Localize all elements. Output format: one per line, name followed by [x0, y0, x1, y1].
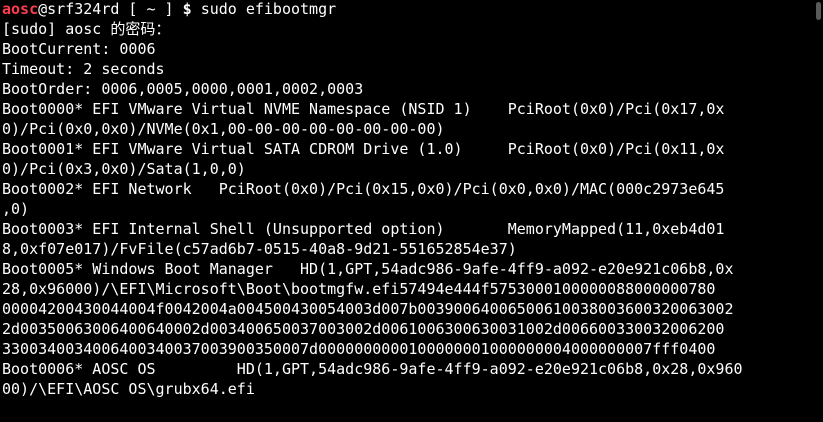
- output-line: Boot0006* AOSC OS HD(1,GPT,54adc986-9afe…: [2, 360, 743, 378]
- prompt-host-path: @srf324rd [ ~ ]: [38, 0, 183, 18]
- prompt-user: aosc: [2, 0, 39, 18]
- output-line: 3300340034006400340037003900350007d00000…: [2, 340, 716, 358]
- output-line: Boot0003* EFI Internal Shell (Unsupporte…: [2, 220, 725, 238]
- output-line: 0)/Pci(0x0,0x0)/NVMe(0x1,00-00-00-00-00-…: [2, 120, 445, 138]
- prompt-sign: $: [182, 0, 201, 18]
- output-line: Boot0001* EFI VMware Virtual SATA CDROM …: [2, 140, 725, 158]
- scrollbar[interactable]: [813, 0, 823, 422]
- output-line: ,0): [2, 200, 30, 218]
- terminal-window[interactable]: aosc@srf324rd [ ~ ] $ sudo efibootmgr [s…: [0, 0, 823, 422]
- output-line: Boot0000* EFI VMware Virtual NVME Namesp…: [2, 100, 725, 118]
- output-line: 00)/\EFI\AOSC OS\grubx64.efi: [2, 380, 255, 398]
- output-line: 0)/Pci(0x3,0x0)/Sata(1,0,0): [2, 160, 246, 178]
- output-line: BootCurrent: 0006: [2, 40, 156, 58]
- prompt-command: sudo efibootmgr: [200, 0, 337, 18]
- output-line: 8,0xf07e017)/FvFile(c57ad6b7-0515-40a8-9…: [2, 240, 517, 258]
- output-line: Boot0002* EFI Network PciRoot(0x0)/Pci(0…: [2, 180, 725, 198]
- output-line: BootOrder: 0006,0005,0000,0001,0002,0003: [2, 80, 364, 98]
- output-line: 2d00350063006400640002d00340065003700300…: [2, 320, 725, 338]
- scrollbar-thumb[interactable]: [816, 2, 821, 20]
- output-line: 00004200430044004f0042004a00450043005400…: [2, 300, 734, 318]
- output-line: [sudo] aosc 的密码：: [2, 20, 171, 38]
- prompt-line: aosc@srf324rd [ ~ ] $ sudo efibootmgr: [2, 0, 823, 20]
- output-line: Boot0005* Windows Boot Manager HD(1,GPT,…: [2, 260, 734, 278]
- output-line: Timeout: 2 seconds: [2, 60, 165, 78]
- output-line: 28,0x96000)/\EFI\Microsoft\Boot\bootmgfw…: [2, 280, 716, 298]
